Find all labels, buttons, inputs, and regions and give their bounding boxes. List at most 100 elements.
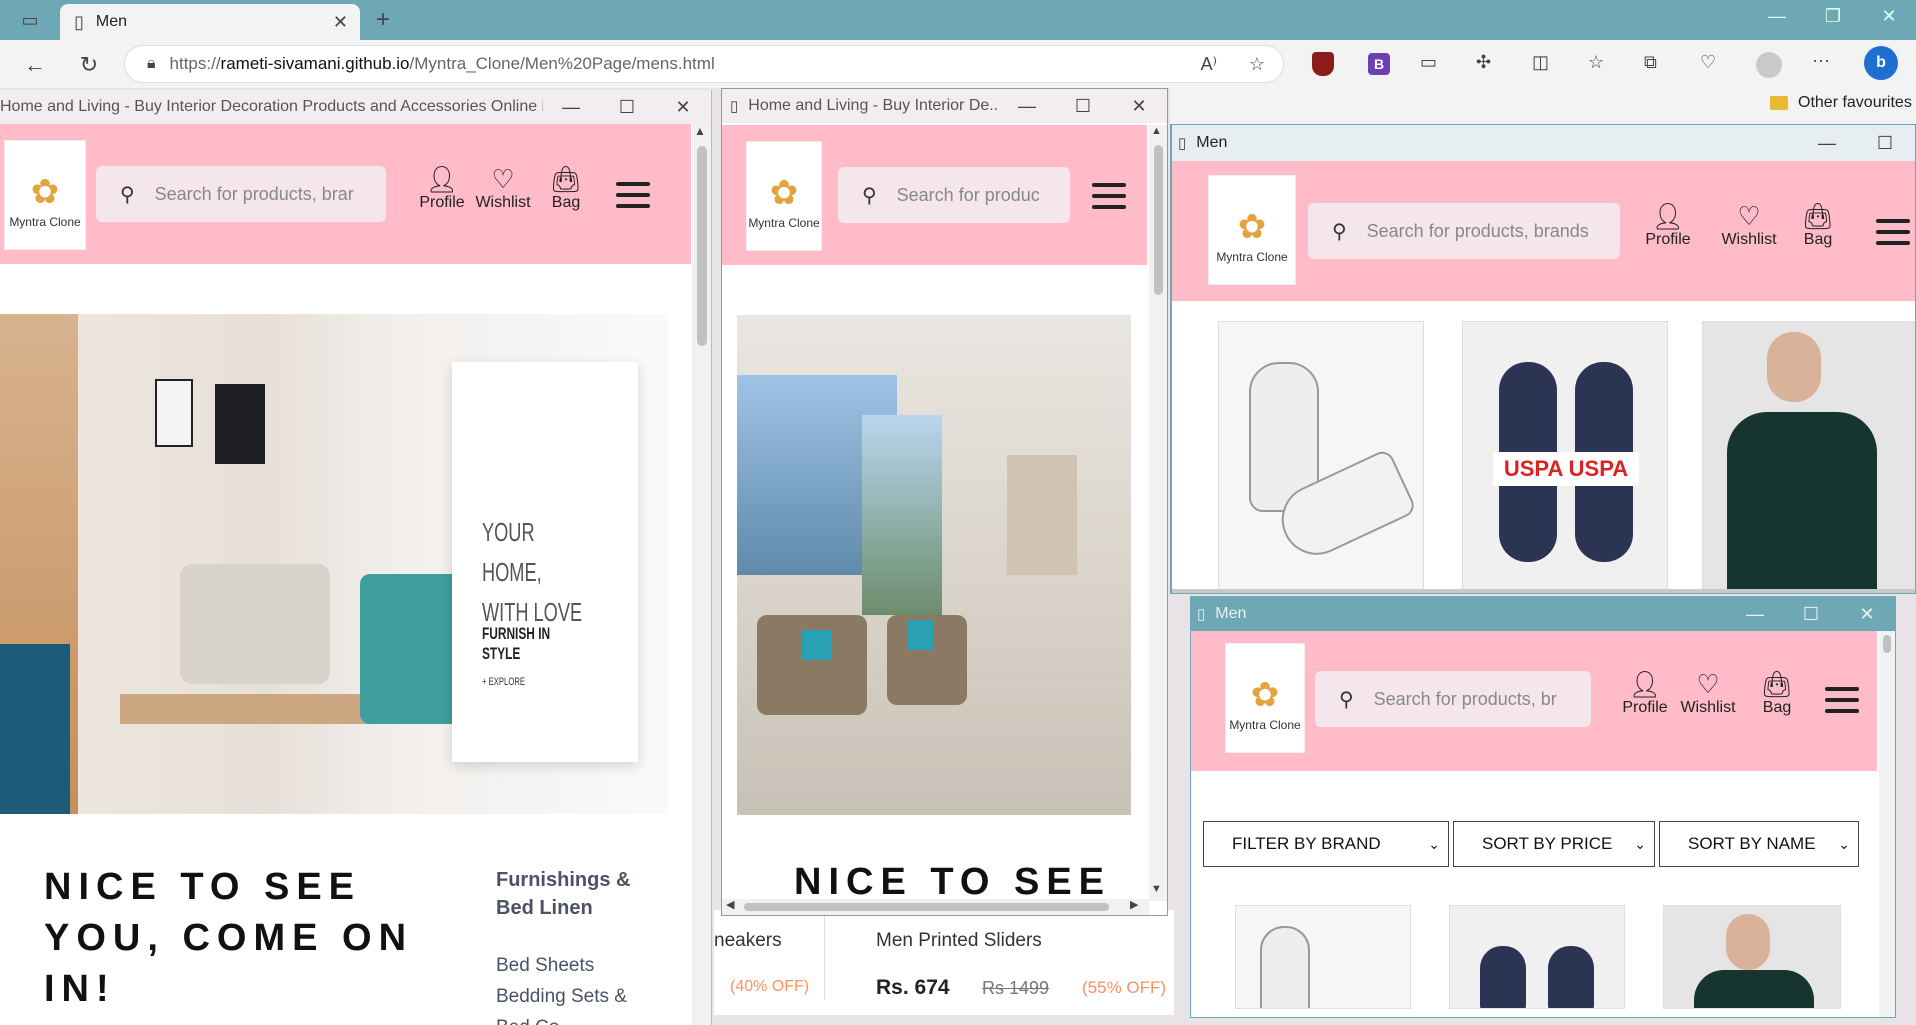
minimize-icon[interactable]: —: [1762, 6, 1792, 27]
window-men-1: ▯ Men — ☐ ✿ Myntra Clone ⚲ Search for pr…: [1170, 124, 1916, 594]
profile-link[interactable]: 👤︎ Profile: [412, 164, 472, 212]
wishlist-link[interactable]: ♡ Wishlist: [1677, 669, 1739, 717]
scroll-down-icon[interactable]: ▼: [1151, 883, 1162, 895]
address-bar[interactable]: 🔒︎ https:// rameti-sivamani.github.io /M…: [124, 45, 1284, 83]
category-item[interactable]: Bed Sheets: [496, 950, 646, 981]
site-logo[interactable]: ✿ Myntra Clone: [1208, 175, 1296, 285]
bag-icon: 👜︎: [549, 164, 583, 194]
search-bar[interactable]: ⚲ Search for products, brands: [1308, 203, 1620, 259]
minimize-icon[interactable]: —: [1727, 604, 1783, 625]
product-card-polo[interactable]: [1702, 321, 1915, 591]
close-icon[interactable]: ✕: [1839, 604, 1895, 625]
interior-image[interactable]: [737, 315, 1131, 815]
lock-icon[interactable]: 🔒︎: [147, 55, 156, 73]
product-card-sliders[interactable]: [1449, 905, 1625, 1009]
bag-label: Bag: [1762, 699, 1792, 716]
close-tab-icon[interactable]: ✕: [333, 12, 348, 33]
maximize-icon[interactable]: ☐: [1055, 96, 1111, 117]
performance-icon[interactable]: ♡: [1700, 52, 1716, 73]
profile-avatar-icon[interactable]: [1756, 52, 1782, 78]
favorites-icon[interactable]: ☆: [1588, 52, 1604, 73]
vertical-scrollbar[interactable]: ▲ ▼: [1149, 125, 1167, 901]
category-item[interactable]: Bed Co...: [496, 1012, 646, 1025]
bag-label: Bag: [1803, 231, 1833, 248]
scrollbar-thumb[interactable]: [1883, 635, 1891, 653]
close-window-icon[interactable]: ✕: [1874, 6, 1904, 27]
split-screen-icon[interactable]: ◫: [1532, 52, 1549, 73]
bag-link[interactable]: 👜︎ Bag: [1788, 201, 1848, 249]
refresh-icon[interactable]: ↻: [74, 52, 104, 78]
read-aloud-icon[interactable]: A⁾: [1201, 54, 1217, 75]
menu-hamburger-icon[interactable]: [616, 182, 650, 208]
menu-hamburger-icon[interactable]: [1876, 219, 1910, 245]
search-bar[interactable]: ⚲ Search for produc: [838, 167, 1070, 223]
product-card-polo[interactable]: [1663, 905, 1841, 1009]
restore-icon[interactable]: ❐: [1818, 6, 1848, 27]
wishlist-link[interactable]: ♡ Wishlist: [472, 164, 534, 212]
maximize-icon[interactable]: ☐: [599, 97, 655, 118]
horizontal-scrollbar[interactable]: ◀ ▶: [722, 899, 1149, 915]
horizontal-scrollbar[interactable]: [1172, 589, 1915, 593]
close-icon[interactable]: ✕: [1111, 96, 1167, 117]
scroll-right-icon[interactable]: ▶: [1130, 898, 1138, 911]
menu-hamburger-icon[interactable]: [1092, 183, 1126, 209]
product-card-sneakers[interactable]: [1235, 905, 1411, 1009]
wishlist-link[interactable]: ♡ Wishlist: [1718, 201, 1780, 249]
maximize-icon[interactable]: ☐: [1783, 604, 1839, 625]
scrollbar[interactable]: ▲: [692, 124, 711, 1025]
search-bar[interactable]: ⚲ Search for products, brar: [96, 166, 386, 222]
explore-link[interactable]: + EXPLORE: [482, 676, 525, 688]
more-icon[interactable]: ···: [1812, 50, 1830, 71]
logo-flower-icon: ✿: [1237, 208, 1267, 246]
wishlist-label: Wishlist: [475, 194, 531, 211]
vertical-scrollbar[interactable]: [1879, 631, 1895, 1017]
profile-link[interactable]: 👤︎ Profile: [1638, 201, 1698, 249]
tab-men[interactable]: ▯ Men ✕: [60, 4, 360, 40]
other-favourites[interactable]: Other favourites: [1770, 94, 1912, 112]
bootstrap-icon[interactable]: B: [1368, 53, 1390, 75]
product-card-sliders[interactable]: USPA USPA: [1462, 321, 1668, 591]
scrollbar-thumb[interactable]: [697, 146, 707, 346]
profile-label: Profile: [419, 194, 465, 211]
minimize-icon[interactable]: —: [1799, 133, 1855, 154]
minimize-icon[interactable]: —: [999, 96, 1055, 117]
sort-by-name-select[interactable]: SORT BY NAME ⌄: [1659, 821, 1859, 867]
menu-hamburger-icon[interactable]: [1825, 687, 1859, 713]
sneakers-name: neakers: [714, 930, 782, 951]
url-prefix: https://: [169, 54, 221, 73]
scrollbar-thumb[interactable]: [744, 903, 1109, 911]
ublock-icon[interactable]: [1312, 52, 1334, 76]
cast-icon[interactable]: ▭: [1420, 52, 1437, 73]
new-tab-icon[interactable]: +: [368, 6, 398, 34]
sort-by-price-select[interactable]: SORT BY PRICE ⌄: [1453, 821, 1655, 867]
hero-banner[interactable]: YOUR HOME, WITH LOVE FURNISH IN STYLE + …: [0, 314, 668, 814]
collections-icon[interactable]: ⧉: [1644, 52, 1657, 73]
favorite-star-icon[interactable]: ☆: [1249, 54, 1265, 75]
window-title: Men: [1215, 605, 1247, 622]
wall-frame-image: [215, 384, 265, 464]
search-bar[interactable]: ⚲ Search for products, br: [1315, 671, 1591, 727]
profile-icon: 👤︎: [425, 164, 459, 194]
scrollbar-thumb[interactable]: [1154, 145, 1163, 295]
maximize-icon[interactable]: ☐: [1855, 133, 1915, 154]
site-logo[interactable]: ✿ Myntra Clone: [1225, 643, 1305, 753]
copilot-icon[interactable]: b: [1864, 46, 1898, 80]
site-logo[interactable]: ✿ Myntra Clone: [746, 141, 822, 251]
bag-link[interactable]: 👜︎ Bag: [1747, 669, 1807, 717]
product-card-sneakers[interactable]: [1218, 321, 1424, 591]
bag-link[interactable]: 👜︎ Bag: [536, 164, 596, 212]
wishlist-label: Wishlist: [1680, 699, 1736, 716]
close-icon[interactable]: ✕: [655, 97, 711, 118]
scroll-up-icon[interactable]: ▲: [1151, 125, 1162, 137]
minimize-icon[interactable]: —: [543, 97, 599, 118]
scroll-up-icon[interactable]: ▲: [694, 124, 706, 138]
category-item[interactable]: Bedding Sets &: [496, 981, 646, 1012]
back-icon[interactable]: ←: [20, 52, 50, 78]
page-icon: ▯: [1178, 135, 1187, 152]
extensions-icon[interactable]: ✣: [1476, 52, 1491, 73]
tab-actions-icon[interactable]: ▭: [18, 10, 42, 31]
site-logo[interactable]: ✿ Myntra Clone: [4, 140, 86, 250]
scroll-left-icon[interactable]: ◀: [726, 898, 734, 911]
filter-by-brand-select[interactable]: FILTER BY BRAND ⌄: [1203, 821, 1449, 867]
profile-link[interactable]: 👤︎ Profile: [1615, 669, 1675, 717]
